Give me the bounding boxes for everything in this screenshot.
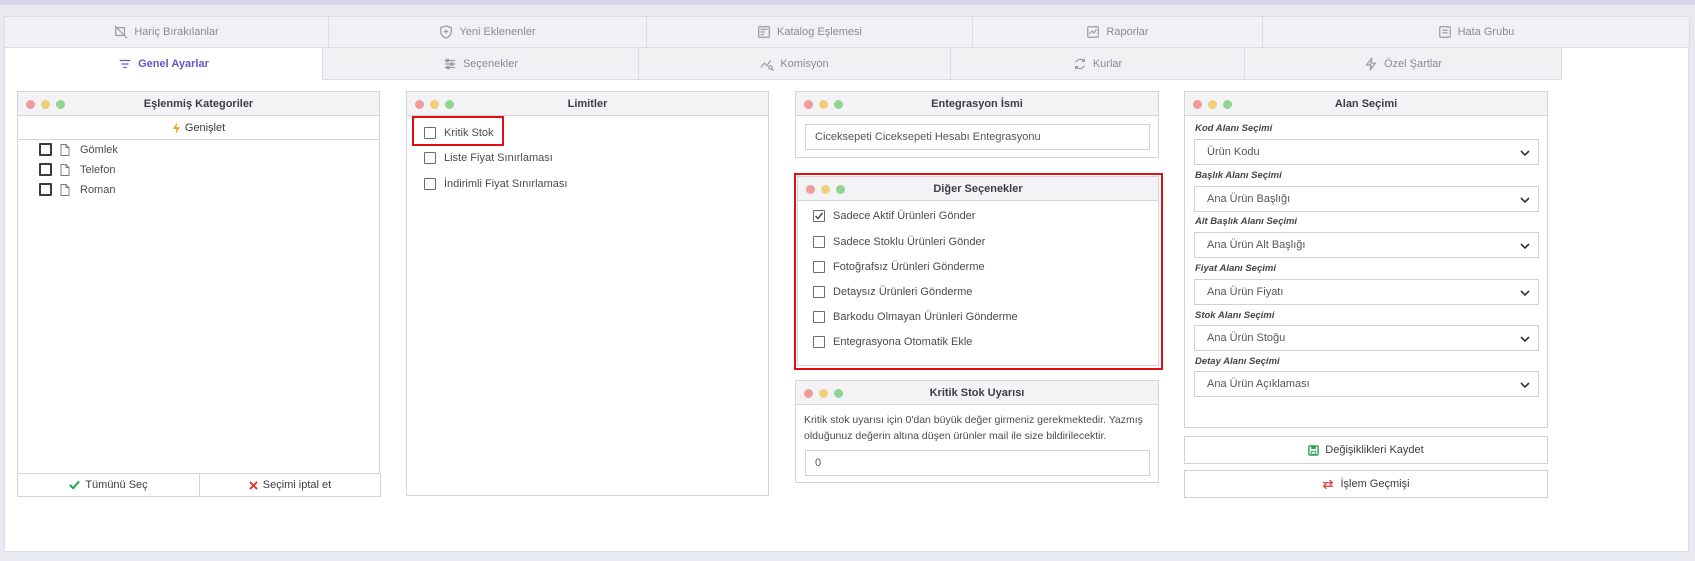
bolt-icon: [172, 121, 180, 134]
field-label-price: Fiyat Alanı Seçimi: [1195, 263, 1276, 274]
select-all-button[interactable]: Tümünü Seç: [17, 473, 200, 497]
card-header: Kritik Stok Uyarısı: [796, 381, 1158, 405]
highlight-other-options: [794, 173, 1163, 370]
window-dots: [804, 100, 843, 109]
report-icon: [1087, 26, 1100, 38]
critical-stock-input[interactable]: 0: [805, 450, 1150, 476]
close-icon: [248, 480, 258, 490]
tab-commission[interactable]: Komisyon: [639, 48, 951, 80]
checkbox[interactable]: [424, 152, 436, 164]
limit-discount-price[interactable]: İndirimli Fiyat Sınırlaması: [424, 178, 567, 190]
field-selection-card: Alan Seçimi Kod Alanı Seçimi Ürün Kodu B…: [1184, 91, 1548, 428]
card-title: Entegrasyon İsmi: [931, 97, 1023, 110]
eye-off-icon: [114, 25, 128, 39]
critical-stock-note: Kritik stok uyarısı için 0'dan büyük değ…: [804, 414, 1143, 442]
mapped-categories-card: Eşlenmiş Kategoriler Genişlet Gömlek Tel…: [17, 91, 381, 497]
tab-catalog-mapping[interactable]: Katalog Eşlemesi: [647, 17, 973, 48]
save-changes-button[interactable]: Değişiklikleri Kaydet: [1184, 436, 1548, 464]
category-item-gomlek[interactable]: Gömlek: [39, 143, 118, 156]
integration-name-card: Entegrasyon İsmi Ciceksepeti Ciceksepeti…: [795, 91, 1159, 158]
sliders-icon: [444, 58, 456, 69]
price-field-select[interactable]: Ana Ürün Fiyatı: [1194, 279, 1539, 305]
tab-special-terms[interactable]: Özel Şartlar: [1245, 48, 1562, 80]
swap-arrows-icon: [1323, 479, 1334, 489]
card-title: Kritik Stok Uyarısı: [929, 386, 1025, 399]
limits-card: Limitler Kritik Stok Liste Fiyat Sınırla…: [406, 91, 769, 496]
window-dots: [415, 100, 454, 109]
file-icon: [60, 183, 70, 196]
catalog-icon: [758, 26, 770, 38]
save-icon: [1308, 444, 1320, 456]
checkbox[interactable]: [424, 178, 436, 190]
stock-field-select[interactable]: Ana Ürün Stoğu: [1194, 325, 1539, 351]
code-field-select[interactable]: Ürün Kodu: [1194, 139, 1539, 165]
integration-name-input[interactable]: Ciceksepeti Ciceksepeti Hesabı Entegrasy…: [805, 124, 1150, 150]
card-header: Limitler: [407, 92, 768, 116]
card-header: Eşlenmiş Kategoriler: [18, 92, 379, 116]
operation-history-button[interactable]: İşlem Geçmişi: [1184, 470, 1548, 498]
plus-shield-icon: [440, 25, 453, 39]
tab-new-added[interactable]: Yeni Eklenenler: [329, 17, 647, 48]
card-title: Alan Seçimi: [1334, 97, 1398, 110]
field-label-code: Kod Alanı Seçimi: [1195, 123, 1273, 134]
currency-exchange-icon: [1074, 58, 1085, 69]
tab-exchange-rates[interactable]: Kurlar: [951, 48, 1245, 80]
card-title: Limitler: [567, 97, 608, 110]
category-item-roman[interactable]: Roman: [39, 183, 115, 196]
filter-lines-icon: [119, 59, 131, 68]
field-label-subtitle: Alt Başlık Alanı Seçimi: [1195, 216, 1298, 227]
chevron-down-icon: [1520, 150, 1530, 157]
window-dots: [1193, 100, 1232, 109]
check-icon: [69, 480, 81, 490]
file-icon: [60, 163, 70, 176]
checkbox[interactable]: [39, 183, 52, 196]
tab-reports[interactable]: Raporlar: [973, 17, 1263, 48]
chevron-down-icon: [1520, 290, 1530, 297]
card-header: Alan Seçimi: [1185, 92, 1547, 116]
field-label-stock: Stok Alanı Seçimi: [1195, 310, 1275, 321]
top-accent-bar: [0, 0, 1695, 5]
category-item-telefon[interactable]: Telefon: [39, 163, 115, 176]
chevron-down-icon: [1520, 336, 1530, 343]
tab-row-2: Genel Ayarlar Seçenekler Komisyon Kurlar…: [5, 48, 1562, 80]
chevron-down-icon: [1520, 197, 1530, 204]
field-label-title: Başlık Alanı Seçimi: [1195, 170, 1282, 181]
tab-general-settings[interactable]: Genel Ayarlar: [5, 48, 323, 80]
card-header: Entegrasyon İsmi: [796, 92, 1158, 116]
expand-button[interactable]: Genişlet: [18, 116, 379, 140]
tab-excluded[interactable]: Hariç Bırakılanlar: [5, 17, 329, 48]
window-dots: [804, 389, 843, 398]
file-icon: [60, 143, 70, 156]
checkbox[interactable]: [39, 163, 52, 176]
limit-list-price[interactable]: Liste Fiyat Sınırlaması: [424, 152, 553, 164]
tab-row-1: Hariç Bırakılanlar Yeni Eklenenler Katal…: [5, 17, 1690, 48]
subtitle-field-select[interactable]: Ana Ürün Alt Başlığı: [1194, 232, 1539, 258]
field-label-detail: Detay Alanı Seçimi: [1195, 356, 1280, 367]
cancel-selection-button[interactable]: Seçimi iptal et: [199, 473, 381, 497]
error-box-icon: [1438, 26, 1451, 38]
critical-stock-warning-card: Kritik Stok Uyarısı Kritik stok uyarısı …: [795, 380, 1159, 483]
chevron-down-icon: [1520, 382, 1530, 389]
title-field-select[interactable]: Ana Ürün Başlığı: [1194, 186, 1539, 212]
chart-search-icon: [760, 59, 775, 71]
chevron-down-icon: [1520, 243, 1530, 250]
checkbox[interactable]: [39, 143, 52, 156]
bolt-icon: [1365, 57, 1377, 70]
tab-error-group[interactable]: Hata Grubu: [1263, 17, 1690, 48]
highlight-critical-stock: [412, 116, 504, 146]
window-dots: [26, 100, 65, 109]
card-title: Eşlenmiş Kategoriler: [143, 97, 254, 110]
detail-field-select[interactable]: Ana Ürün Açıklaması: [1194, 371, 1539, 397]
tab-options[interactable]: Seçenekler: [323, 48, 639, 80]
